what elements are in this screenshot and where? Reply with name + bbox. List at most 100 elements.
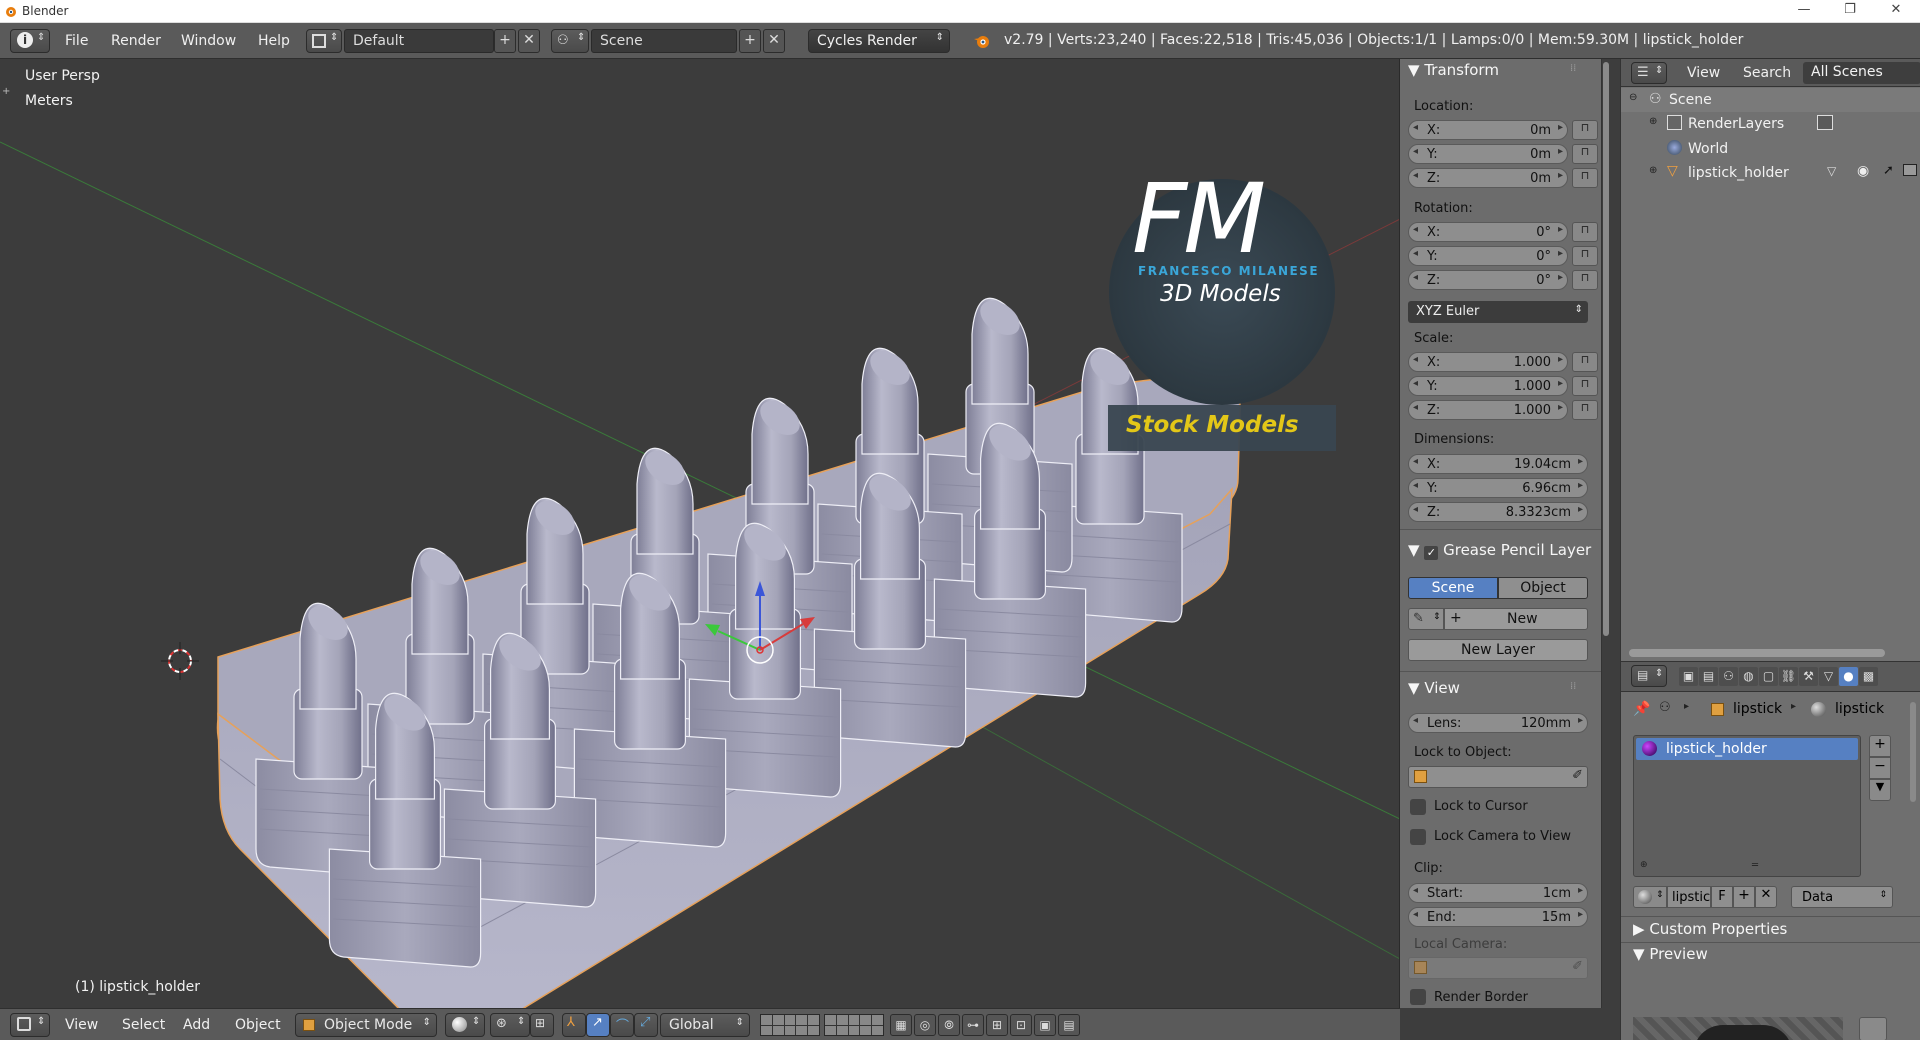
snap-toggle-icon[interactable]: ⊶	[962, 1014, 984, 1036]
maximize-button[interactable]: ❐	[1827, 0, 1873, 22]
viewport-shading-dropdown[interactable]: ⇕	[445, 1013, 485, 1037]
lens-field[interactable]: ◂ Lens: 120mm ▸	[1408, 713, 1588, 733]
loc-field-0[interactable]: ◂ X: 0m ▸	[1408, 120, 1568, 140]
clip-start-field[interactable]: ◂ Start: 1cm ▸	[1408, 883, 1588, 903]
pivot-point-dropdown[interactable]: ⊛ ⇕	[490, 1013, 530, 1037]
dim-field-0[interactable]: ◂ X: 19.04cm ▸	[1408, 454, 1588, 474]
scale-field-0[interactable]: ◂ X: 1.000 ▸	[1408, 352, 1568, 372]
scale-field-2[interactable]: ◂ Z: 1.000 ▸	[1408, 400, 1568, 420]
interaction-mode-dropdown[interactable]: Object Mode ⇕	[295, 1013, 437, 1037]
toggle-manipulator-button[interactable]: ⅄	[562, 1013, 586, 1037]
rotation-mode-dropdown[interactable]: XYZ Euler ⇕	[1408, 301, 1588, 323]
lock-camera-to-view-checkbox[interactable]	[1410, 829, 1426, 845]
snap-element-icon[interactable]: ⊞	[986, 1014, 1008, 1036]
loc-field-1[interactable]: ◂ Y: 0m ▸	[1408, 144, 1568, 164]
grease-pencil-panel-header[interactable]: ▼ ✓ Grease Pencil Layer	[1408, 541, 1591, 560]
outliner-row-world[interactable]: World	[1621, 137, 1920, 161]
grease-object-tab[interactable]: Object	[1498, 577, 1588, 599]
menu-add[interactable]: Add	[183, 1017, 210, 1033]
editor-type-3dview-button[interactable]: ⇕	[10, 1013, 50, 1037]
grease-pencil-checkbox[interactable]: ✓	[1424, 546, 1439, 560]
mesh-data-icon[interactable]: ▽	[1827, 164, 1836, 178]
delete-scene-button[interactable]: ✕	[763, 29, 785, 53]
scale-field-1[interactable]: ◂ Y: 1.000 ▸	[1408, 376, 1568, 396]
transform-panel-header[interactable]: ▼ Transform	[1408, 61, 1499, 79]
grease-pencil-new-button[interactable]: + New	[1444, 608, 1588, 630]
material-name-field[interactable]: lipstic	[1667, 886, 1711, 908]
selectable-cursor-icon[interactable]: ➚	[1883, 163, 1894, 178]
clip-end-field[interactable]: ◂ End: 15m ▸	[1408, 907, 1588, 927]
delete-screen-button[interactable]: ✕	[518, 29, 540, 53]
editor-type-info-button[interactable]: i ⇕	[10, 29, 50, 53]
modifiers-tab-icon[interactable]: ⚒	[1799, 667, 1818, 686]
outliner-row-lipstick-holder[interactable]: ⊕ ▽ lipstick_holder ▽ ◉ ➚	[1621, 161, 1920, 185]
lock-toggle-button[interactable]: ⊓	[1572, 352, 1598, 372]
menu-file[interactable]: File	[65, 33, 88, 49]
drag-grip-icon[interactable]: ⁞⁞	[1570, 681, 1576, 692]
grease-pencil-data-selector[interactable]: ✎ ⇕	[1408, 608, 1444, 630]
texture-tab-icon[interactable]: ▩	[1859, 667, 1878, 686]
lock-object-field[interactable]: ✐	[1408, 766, 1588, 788]
add-scene-button[interactable]: +	[739, 29, 761, 53]
drag-grip-icon[interactable]: ⁞⁞	[1570, 63, 1576, 74]
render-layers-tab-icon[interactable]: ▤	[1699, 667, 1718, 686]
expand-plus-icon[interactable]: ⊕	[1649, 165, 1657, 176]
menu-help[interactable]: Help	[258, 33, 290, 49]
rotate-manipulator-button[interactable]: ⌒	[610, 1013, 634, 1037]
material-specials-button[interactable]: ▼	[1869, 779, 1891, 801]
constraints-tab-icon[interactable]: ⛓	[1779, 667, 1798, 686]
data-tab-icon[interactable]: ▽	[1819, 667, 1838, 686]
rot-field-1[interactable]: ◂ Y: 0° ▸	[1408, 246, 1568, 266]
unlink-material-button[interactable]: ✕	[1755, 886, 1777, 908]
grease-scene-tab[interactable]: Scene	[1408, 577, 1498, 599]
material-link-dropdown[interactable]: Data ⇕	[1791, 886, 1893, 908]
list-filter-icon[interactable]: ⊕	[1640, 860, 1648, 870]
lock-layers-icon[interactable]: ▦	[890, 1014, 912, 1036]
new-layer-button[interactable]: New Layer	[1408, 639, 1588, 661]
material-slot-list[interactable]: lipstick_holder ═ ⊕	[1633, 735, 1861, 877]
preview-panel-header[interactable]: ▼ Preview	[1633, 945, 1708, 963]
world-tab-icon[interactable]: ◍	[1739, 667, 1758, 686]
manipulate-center-points-button[interactable]: ⊞	[530, 1013, 554, 1037]
npanel-scrollbar[interactable]	[1603, 62, 1609, 636]
dim-field-2[interactable]: ◂ Z: 8.3323cm ▸	[1408, 502, 1588, 522]
screen-layout-selector[interactable]: ⇕	[306, 29, 342, 53]
new-material-button[interactable]: +	[1733, 886, 1755, 908]
expand-plus-icon[interactable]: ⊕	[1649, 116, 1657, 127]
dim-field-1[interactable]: ◂ Y: 6.96cm ▸	[1408, 478, 1588, 498]
outliner-row-renderlayers[interactable]: ⊕ RenderLayers	[1621, 112, 1920, 136]
lock-to-cursor-checkbox[interactable]	[1410, 799, 1426, 815]
3d-viewport[interactable]: x z y FM FRANCESCO MILANESE 3D Models St…	[0, 59, 1400, 1008]
render-tab-icon[interactable]: ▣	[1679, 667, 1698, 686]
visibility-eye-icon[interactable]: ◉	[1857, 163, 1869, 179]
eyedropper-icon[interactable]: ✐	[1572, 768, 1583, 783]
collapse-minus-icon[interactable]: ⊖	[1629, 92, 1637, 103]
renderlayer-data-icon[interactable]	[1817, 115, 1833, 130]
lock-toggle-button[interactable]: ⊓	[1572, 376, 1598, 396]
menu-select[interactable]: Select	[122, 1017, 165, 1033]
add-screen-button[interactable]: +	[494, 29, 516, 53]
scene-name-field[interactable]: Scene	[591, 29, 737, 53]
outliner-view-menu[interactable]: View	[1687, 65, 1720, 81]
loc-field-2[interactable]: ◂ Z: 0m ▸	[1408, 168, 1568, 188]
lock-toggle-button[interactable]: ⊓	[1572, 144, 1598, 164]
scale-manipulator-button[interactable]: ⤢	[634, 1013, 658, 1037]
transform-orientation-dropdown[interactable]: Global ⇕	[660, 1013, 750, 1037]
lock-toggle-button[interactable]: ⊓	[1572, 222, 1598, 242]
outliner-row-scene[interactable]: ⊖ ⚇ Scene	[1621, 88, 1920, 112]
screen-layout-field[interactable]: Default	[344, 29, 494, 53]
render-only-icon[interactable]: ◎	[914, 1014, 936, 1036]
outliner-search-menu[interactable]: Search	[1743, 65, 1791, 81]
lock-toggle-button[interactable]: ⊓	[1572, 168, 1598, 188]
render-border-checkbox[interactable]	[1410, 989, 1426, 1005]
editor-type-outliner-button[interactable]: ☰ ⇕	[1631, 62, 1667, 84]
scene-selector[interactable]: ⚇ ⇕	[551, 29, 589, 53]
snap-target-icon[interactable]: ⊡	[1010, 1014, 1032, 1036]
remove-material-slot-button[interactable]: −	[1869, 757, 1891, 779]
properties-scrollbar[interactable]	[1910, 702, 1916, 802]
translate-manipulator-button[interactable]: ↗	[586, 1013, 610, 1037]
add-material-slot-button[interactable]: +	[1869, 735, 1891, 757]
rot-field-0[interactable]: ◂ X: 0° ▸	[1408, 222, 1568, 242]
opengl-anim-icon[interactable]: ▤	[1058, 1014, 1080, 1036]
material-slot-item[interactable]: lipstick_holder	[1636, 738, 1858, 760]
